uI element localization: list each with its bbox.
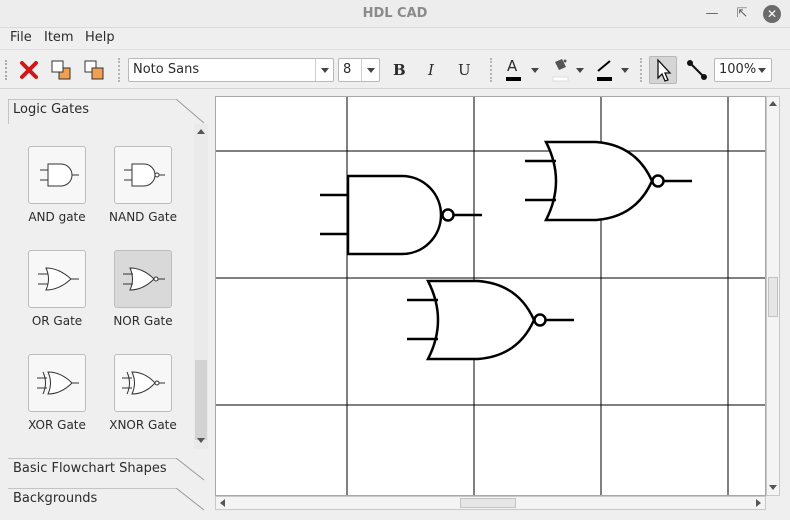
send-to-back-icon [84, 60, 104, 80]
gate-label: XOR Gate [28, 418, 86, 432]
section-tab-logic-gates[interactable]: Logic Gates [8, 99, 208, 124]
nor-gate-icon [123, 267, 165, 291]
gate-label: XNOR Gate [109, 418, 177, 432]
chevron-down-icon[interactable] [315, 59, 333, 81]
nand-gate-shape[interactable] [320, 174, 482, 256]
zoom-value: 100% [719, 62, 757, 77]
scroll-up-icon[interactable] [197, 129, 205, 134]
toolbar: Noto Sans 8 B I U A 100% [0, 49, 790, 89]
zoom-combo[interactable]: 100% [714, 58, 772, 82]
nand-gate-icon [124, 163, 165, 187]
toolbar-grip[interactable] [5, 60, 9, 80]
italic-button[interactable]: I [428, 61, 434, 79]
or-gate-tile[interactable] [28, 250, 86, 308]
section-tab-backgrounds[interactable]: Backgrounds [8, 488, 208, 511]
chevron-down-icon[interactable] [531, 68, 539, 73]
and-gate-icon [40, 163, 79, 187]
scroll-thumb[interactable] [195, 360, 207, 440]
line-color-button[interactable] [590, 56, 618, 84]
toolbar-separator [490, 58, 492, 82]
send-to-back-button[interactable] [80, 56, 108, 84]
chevron-down-icon[interactable] [621, 68, 629, 73]
nand-gate-tile[interactable] [114, 146, 172, 204]
section-label: Basic Flowchart Shapes [13, 461, 167, 476]
scroll-down-icon[interactable] [197, 438, 205, 443]
menu-file[interactable]: File [10, 30, 32, 45]
scroll-right-icon[interactable] [756, 499, 761, 507]
text-color-glyph: A [507, 57, 518, 75]
section-label: Backgrounds [13, 491, 98, 506]
nor-gate-shape[interactable] [525, 140, 692, 222]
bring-to-front-icon [51, 60, 71, 80]
window-title: HDL CAD [362, 6, 428, 21]
fill-bucket-icon [552, 59, 569, 82]
gate-label: NOR Gate [113, 314, 173, 328]
chevron-down-icon[interactable] [753, 59, 771, 81]
chevron-down-icon[interactable] [576, 68, 584, 73]
delete-icon [20, 61, 38, 79]
font-size-combo[interactable]: 8 [338, 58, 380, 82]
font-family-combo[interactable]: Noto Sans [128, 58, 334, 82]
scrollbar-corner [766, 496, 780, 510]
gate-label: NAND Gate [109, 210, 177, 224]
drawing-canvas[interactable] [215, 96, 766, 496]
font-family-value: Noto Sans [133, 62, 200, 77]
toolbar-separator [118, 58, 120, 82]
section-tab-flowchart[interactable]: Basic Flowchart Shapes [8, 458, 208, 481]
nor-gate-tile[interactable] [114, 250, 172, 308]
or-gate-icon [38, 267, 79, 291]
canvas-vertical-scrollbar[interactable] [766, 96, 780, 496]
canvas-drawing [216, 97, 765, 495]
bold-button[interactable]: B [393, 61, 406, 79]
xor-gate-tile[interactable] [28, 354, 86, 412]
text-color-swatch [506, 77, 521, 81]
delete-button[interactable] [15, 56, 43, 84]
library-scrollbar[interactable] [194, 124, 208, 449]
bring-to-front-button[interactable] [47, 56, 75, 84]
cursor-arrow-icon [657, 58, 672, 82]
minimize-icon[interactable]: — [702, 4, 722, 24]
gate-label: AND gate [28, 210, 86, 224]
line-tool-button[interactable] [683, 56, 711, 84]
connector-line-icon [687, 60, 707, 80]
and-gate-tile[interactable] [28, 146, 86, 204]
scroll-left-icon[interactable] [220, 499, 225, 507]
scroll-thumb[interactable] [768, 277, 778, 317]
fill-color-button[interactable] [546, 56, 574, 84]
scroll-thumb[interactable] [460, 498, 516, 508]
maximize-icon[interactable]: ⇱ [732, 4, 752, 24]
menu-bar: File Item Help [0, 28, 790, 48]
close-window-icon[interactable]: ✕ [763, 5, 781, 23]
canvas-horizontal-scrollbar[interactable] [215, 496, 766, 510]
scroll-up-icon[interactable] [769, 101, 777, 106]
scroll-down-icon[interactable] [769, 485, 777, 490]
text-color-button[interactable]: A [500, 56, 528, 84]
title-bar: HDL CAD — ⇱ ✕ [0, 0, 790, 28]
xnor-gate-tile[interactable] [114, 354, 172, 412]
underline-button[interactable]: U [458, 61, 471, 79]
xor-gate-icon [37, 371, 79, 395]
menu-item[interactable]: Item [44, 30, 74, 45]
pointer-tool-button[interactable] [649, 56, 677, 84]
font-size-value: 8 [343, 62, 352, 77]
line-color-icon [597, 60, 612, 81]
gate-label: OR Gate [31, 314, 83, 328]
nor-gate-shape[interactable] [407, 279, 574, 361]
chevron-down-icon[interactable] [361, 59, 379, 81]
section-label: Logic Gates [13, 102, 90, 117]
menu-help[interactable]: Help [85, 30, 115, 45]
toolbar-separator [640, 58, 642, 82]
xnor-gate-icon [122, 371, 165, 395]
